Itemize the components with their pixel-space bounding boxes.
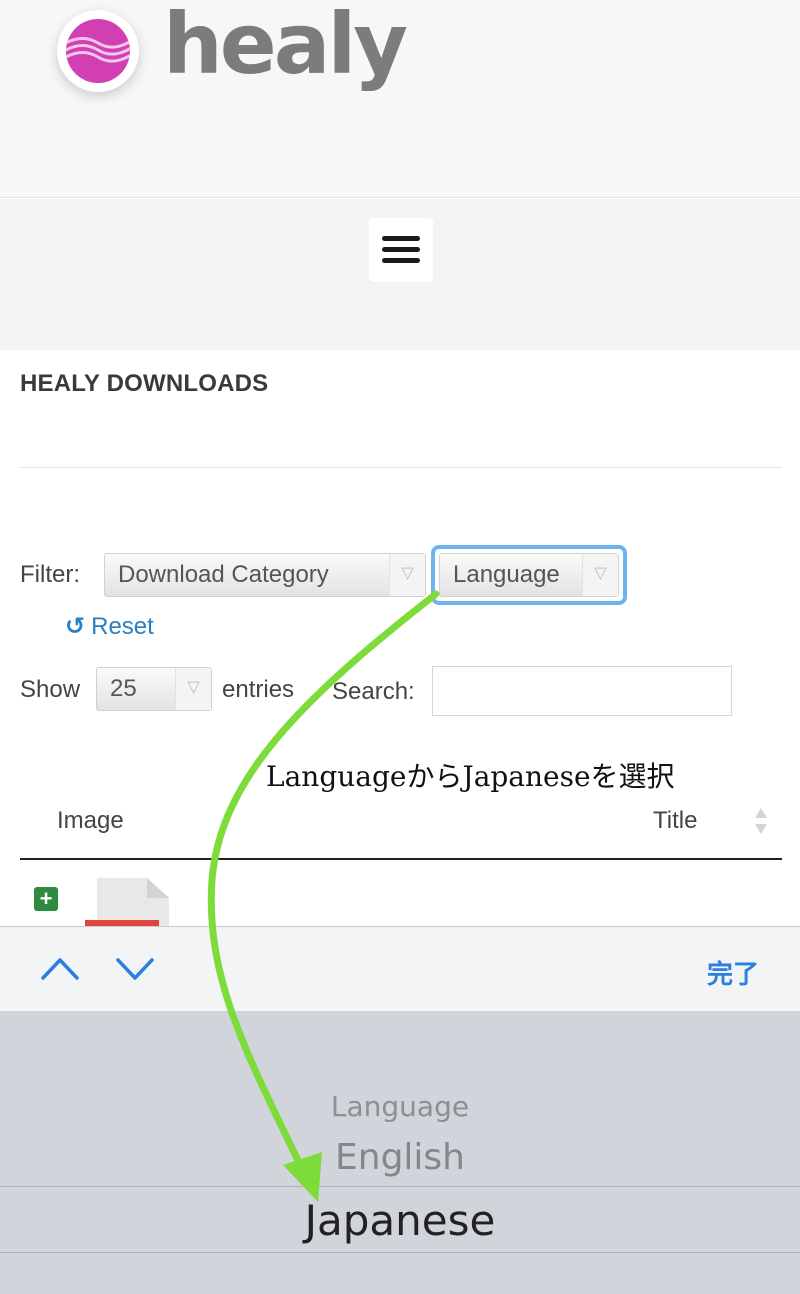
search-label: Search: xyxy=(332,678,415,705)
picker-selection-line xyxy=(0,1252,800,1253)
reset-label: Reset xyxy=(91,613,154,640)
chevron-down-icon: ▽ xyxy=(175,668,211,710)
filter-label: Filter: xyxy=(20,561,80,588)
divider xyxy=(20,467,782,468)
chevron-down-icon[interactable] xyxy=(115,952,155,984)
search-input[interactable] xyxy=(432,666,732,716)
done-button[interactable]: 完了 xyxy=(707,954,759,991)
table-header-rule xyxy=(20,858,782,860)
entries-label: entries xyxy=(222,676,295,703)
chevron-up-icon[interactable] xyxy=(40,952,80,984)
page-size-value: 25 xyxy=(110,675,137,702)
site-header: healy xyxy=(0,0,800,198)
chevron-down-icon: ▽ xyxy=(389,554,425,596)
picker-option-japanese[interactable]: Japanese xyxy=(0,1196,800,1245)
focus-highlight xyxy=(431,545,627,605)
reset-icon: ↺ xyxy=(65,613,86,640)
column-header-title[interactable]: Title xyxy=(653,807,697,835)
menu-icon[interactable] xyxy=(369,218,433,282)
page-size-select[interactable]: 25 ▽ xyxy=(96,667,212,711)
download-category-value: Download Category xyxy=(118,561,329,588)
healy-logo-icon[interactable] xyxy=(57,10,139,92)
brand-wordmark[interactable]: healy xyxy=(163,2,408,86)
annotation-text: LanguageからJapaneseを選択 xyxy=(266,760,675,793)
picker-option-language[interactable]: Language xyxy=(0,1090,800,1123)
expand-row-icon[interactable]: + xyxy=(34,887,58,911)
reset-link[interactable]: ↺ Reset xyxy=(65,612,154,641)
picker-selection-line xyxy=(0,1186,800,1187)
show-label: Show xyxy=(20,676,81,703)
download-category-select[interactable]: Download Category ▽ xyxy=(104,553,426,597)
picker-option-english[interactable]: English xyxy=(0,1137,800,1178)
sort-icon[interactable] xyxy=(753,806,769,836)
page-title: HEALY DOWNLOADS xyxy=(20,370,269,397)
column-header-image[interactable]: Image xyxy=(57,807,124,835)
document-icon[interactable] xyxy=(85,876,171,926)
